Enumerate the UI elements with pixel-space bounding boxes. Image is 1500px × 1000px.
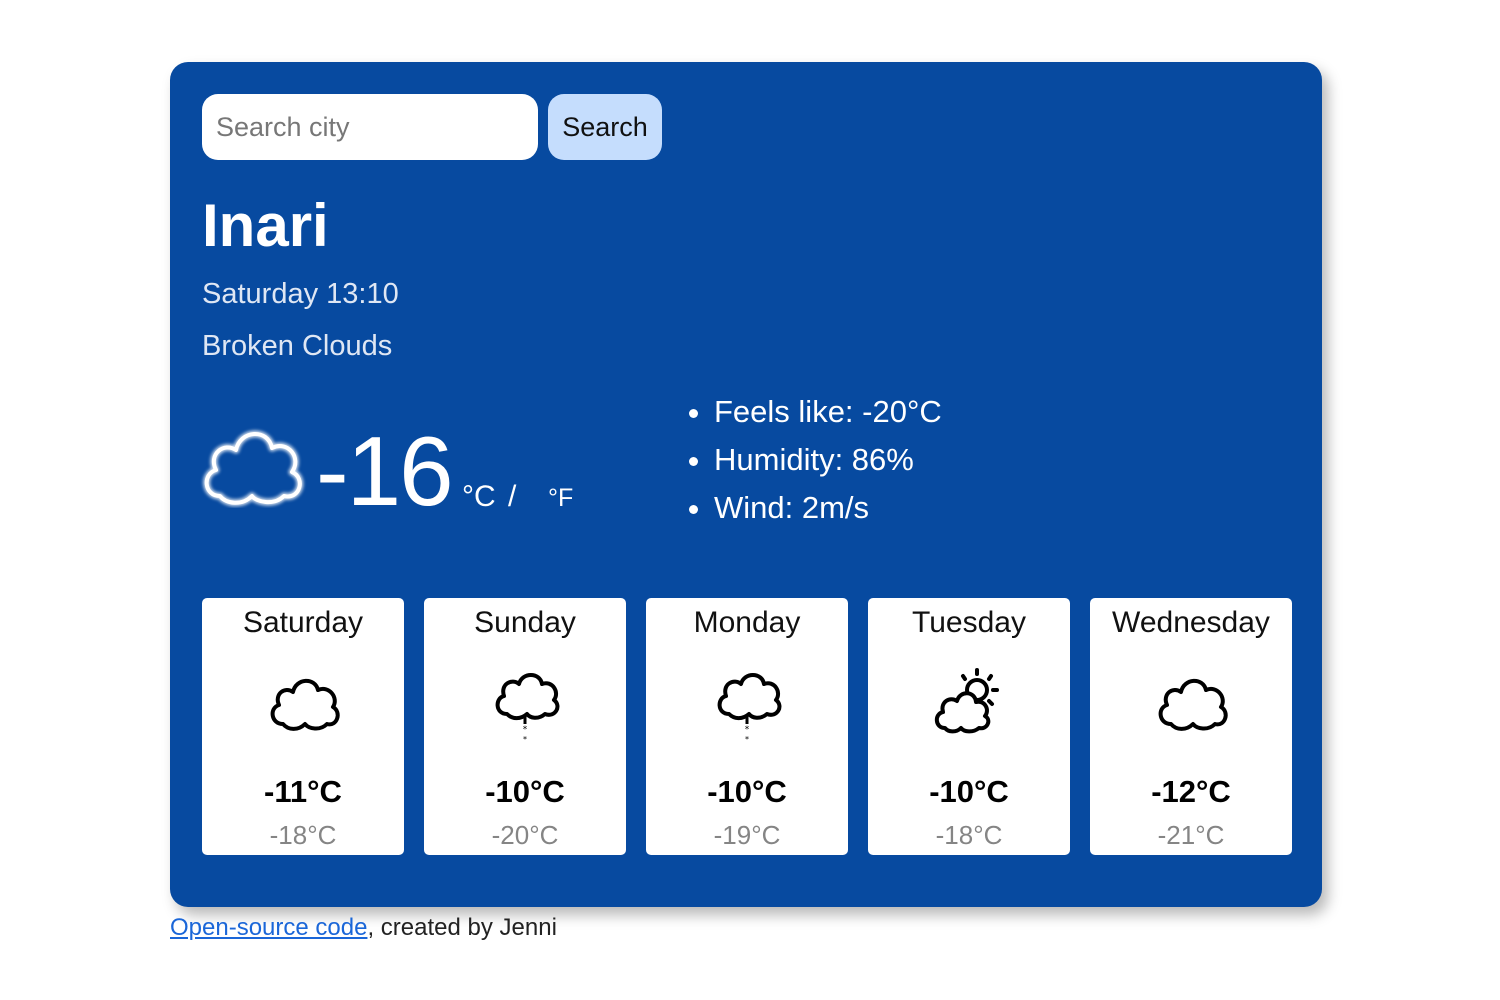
weather-description: Broken Clouds (202, 330, 393, 362)
forecast-max-temp: -11°C (264, 774, 342, 809)
snow-cloud-icon: * * (495, 673, 560, 742)
forecast-day-card: Tuesday -10°C -18°C (868, 598, 1070, 855)
forecast-day-card: Saturday -11°C -18°C (202, 598, 404, 855)
forecast-day-name: Wednesday (1112, 606, 1270, 639)
humidity: Humidity: 86% (714, 436, 942, 484)
footer-credit: , created by Jenni (367, 914, 557, 941)
snow-cloud-icon: * * (717, 673, 782, 742)
forecast-day-name: Sunday (474, 606, 576, 639)
sun-behind-cloud-icon (934, 668, 999, 734)
search-button[interactable]: Search (548, 94, 662, 160)
forecast-max-temp: -10°C (929, 774, 1009, 809)
forecast-min-temp: -21°C (1157, 820, 1225, 850)
footer: Open-source code, created by Jenni (170, 914, 557, 942)
svg-text:*: * (745, 735, 749, 742)
weather-details-list: Feels like: -20°C Humidity: 86% Wind: 2m… (684, 388, 942, 532)
forecast-row: Saturday -11°C -18°C Sunday * * -10°C -2… (202, 598, 1292, 855)
fahrenheit-unit-link[interactable]: °F (548, 484, 573, 513)
forecast-min-temp: -18°C (269, 820, 337, 850)
forecast-day-name: Saturday (242, 606, 364, 639)
forecast-day-card: Sunday * * -10°C -20°C (424, 598, 626, 855)
cloud-icon (1158, 678, 1228, 731)
weather-card: Search Inari Saturday 13:10 Broken Cloud… (170, 62, 1322, 907)
search-form: Search (202, 94, 662, 160)
forecast-min-temp: -18°C (935, 820, 1003, 850)
feels-like: Feels like: -20°C (714, 388, 942, 436)
forecast-day-card: Wednesday -12°C -21°C (1090, 598, 1292, 855)
cloud-icon (270, 678, 340, 731)
forecast-min-temp: -19°C (713, 820, 781, 850)
forecast-max-temp: -10°C (707, 774, 787, 809)
forecast-day-name: Tuesday (912, 606, 1026, 639)
forecast-max-temp: -10°C (485, 774, 565, 809)
current-temperature: -16 (316, 416, 454, 526)
cloud-icon (203, 430, 304, 507)
celsius-unit-link[interactable]: °C (462, 480, 496, 514)
search-input[interactable] (202, 94, 538, 160)
open-source-code-link[interactable]: Open-source code (170, 914, 367, 941)
forecast-day-card: Monday * * -10°C -19°C (646, 598, 848, 855)
forecast-day-name: Monday (693, 606, 801, 639)
city-name: Inari (202, 192, 329, 259)
current-datetime: Saturday 13:10 (202, 278, 399, 310)
forecast-max-temp: -12°C (1151, 774, 1231, 809)
forecast-min-temp: -20°C (491, 820, 559, 850)
svg-text:*: * (523, 725, 528, 735)
unit-separator: / (508, 480, 517, 513)
svg-text:*: * (745, 725, 750, 735)
wind: Wind: 2m/s (714, 484, 942, 532)
svg-text:*: * (523, 735, 527, 742)
